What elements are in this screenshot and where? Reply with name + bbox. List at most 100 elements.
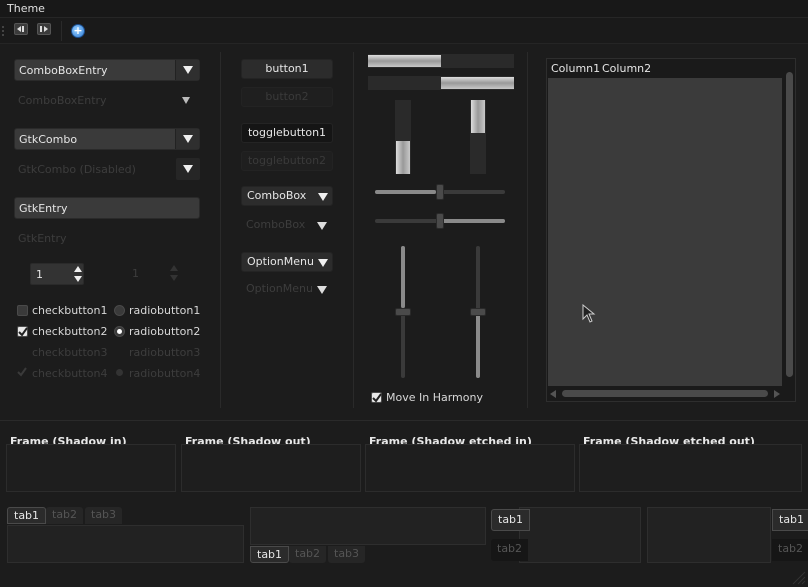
optionmenu[interactable]: OptionMenu: [241, 252, 333, 272]
gtkcombo-arrow-button[interactable]: [175, 129, 199, 149]
gtkcombo-disabled-arrow-button: [176, 158, 200, 180]
notebook-right-tab1[interactable]: tab1: [772, 509, 808, 531]
go-last-icon[interactable]: [37, 23, 51, 35]
separator: [220, 52, 221, 408]
comboboxentry-text[interactable]: ComboBoxEntry: [19, 64, 108, 77]
chevron-down-icon: [182, 97, 190, 104]
notebook-top-body: [7, 525, 244, 563]
hscale-handle[interactable]: [436, 184, 444, 200]
add-icon[interactable]: +: [71, 24, 85, 38]
gtkentry-text[interactable]: GtkEntry: [19, 202, 67, 215]
notebook-bottom-body: [250, 507, 486, 545]
mouse-pointer-icon: [582, 304, 596, 323]
spin-arrows-icon[interactable]: [74, 266, 82, 282]
tree-view[interactable]: Column1 Column2: [546, 58, 796, 402]
progressbar-vertical-right: [470, 100, 486, 174]
radiobutton2-label[interactable]: radiobutton2: [129, 325, 200, 338]
optionmenu-label[interactable]: OptionMenu: [247, 255, 314, 268]
radiobutton2-circle[interactable]: [114, 326, 125, 337]
checkbutton2-label[interactable]: checkbutton2: [32, 325, 108, 338]
chevron-down-icon: [318, 193, 328, 201]
combobox-label[interactable]: ComboBox: [247, 189, 306, 202]
spinbutton[interactable]: 1: [30, 263, 84, 285]
radiobutton3-label: radiobutton3: [129, 346, 201, 359]
togglebutton2: togglebutton2: [241, 151, 333, 171]
optionmenu-disabled-label: OptionMenu: [246, 282, 313, 295]
progressbar-fill: [441, 77, 514, 89]
checkbutton1-box[interactable]: [17, 305, 28, 316]
column-header-2[interactable]: Column2: [602, 62, 651, 75]
check-icon: [372, 393, 382, 403]
column-header-1[interactable]: Column1: [551, 62, 600, 75]
vscale-fill: [401, 246, 405, 308]
spinbutton-value[interactable]: 1: [36, 268, 43, 281]
menu-theme[interactable]: Theme: [7, 2, 45, 15]
progressbar-horizontal-top: [368, 54, 514, 68]
scroll-right-icon[interactable]: [772, 390, 780, 398]
hscale-handle[interactable]: [436, 213, 444, 229]
radiobutton1-label[interactable]: radiobutton1: [129, 304, 200, 317]
check-icon: [17, 367, 27, 377]
hscale-bottom[interactable]: [375, 213, 505, 229]
separator: [0, 420, 808, 421]
gtkcombo-text[interactable]: GtkCombo: [19, 133, 77, 146]
radiobutton4-label: radiobutton4: [129, 367, 201, 380]
combobox[interactable]: ComboBox: [241, 186, 333, 206]
notebook-left-tab2[interactable]: tab2: [491, 539, 529, 561]
gtkcombo-disabled: GtkCombo (Disabled): [14, 158, 200, 180]
hscale-fill: [436, 219, 505, 223]
notebook-bottom-tab3[interactable]: tab3: [328, 546, 366, 563]
notebook-top-tab1[interactable]: tab1: [7, 507, 47, 524]
vscale-handle[interactable]: [395, 308, 411, 316]
checkbutton4-label: checkbutton4: [32, 367, 108, 380]
progressbar-horizontal-bottom: [368, 76, 514, 90]
frame-shadow-etched-out: [579, 444, 802, 492]
checkbutton1-label[interactable]: checkbutton1: [32, 304, 108, 317]
move-in-harmony-checkbox[interactable]: [371, 392, 382, 403]
notebook-right-tab2[interactable]: tab2: [772, 539, 808, 561]
toolbar-grip[interactable]: [2, 26, 6, 36]
comboboxentry-disabled: ComboBoxEntry: [14, 89, 200, 111]
go-first-icon[interactable]: [14, 23, 28, 35]
notebook-top-tab3[interactable]: tab3: [85, 507, 123, 524]
move-in-harmony-label[interactable]: Move In Harmony: [386, 391, 483, 404]
vertical-scrollbar-thumb[interactable]: [786, 72, 793, 377]
vertical-scrollbar[interactable]: [784, 60, 795, 386]
checkbutton2-box[interactable]: [17, 326, 28, 337]
tree-view-body[interactable]: [548, 78, 782, 386]
radiobutton1-circle[interactable]: [114, 305, 125, 316]
chevron-down-icon: [183, 135, 193, 143]
vscale-left[interactable]: [395, 246, 411, 378]
resize-grip-icon[interactable]: [790, 569, 806, 585]
chevron-down-icon: [318, 259, 328, 267]
notebook-bottom-tab2[interactable]: tab2: [289, 546, 327, 563]
hscale-top[interactable]: [375, 184, 505, 200]
notebook-left-tab1[interactable]: tab1: [491, 509, 531, 531]
button2: button2: [241, 87, 333, 107]
notebook-top-tab2[interactable]: tab2: [46, 507, 84, 524]
frame-shadow-etched-in: [365, 444, 575, 492]
combobox-disabled-label: ComboBox: [246, 218, 306, 231]
vscale-right[interactable]: [470, 246, 486, 378]
scroll-left-icon[interactable]: [550, 390, 558, 398]
toolbar-separator: [61, 21, 62, 41]
comboboxentry-arrow-button[interactable]: [175, 60, 199, 80]
gtkentry[interactable]: GtkEntry: [14, 197, 200, 219]
gtkcombo-disabled-text: GtkCombo (Disabled): [18, 163, 136, 176]
notebook-left-body: [519, 507, 641, 563]
check-icon: [18, 327, 28, 337]
vscale-handle[interactable]: [470, 308, 486, 316]
comboboxentry[interactable]: ComboBoxEntry: [14, 59, 200, 81]
progressbar-fill: [368, 55, 441, 67]
frame-shadow-in: [6, 444, 176, 492]
radio-dot-icon: [116, 369, 123, 376]
button1[interactable]: button1: [241, 59, 333, 79]
checkbutton3-label: checkbutton3: [32, 346, 108, 359]
progressbar-fill: [471, 100, 485, 134]
spin-arrows-icon: [170, 265, 178, 281]
horizontal-scrollbar-thumb[interactable]: [562, 390, 768, 397]
notebook-bottom-tab1[interactable]: tab1: [250, 546, 290, 563]
horizontal-scrollbar[interactable]: [548, 388, 782, 400]
gtkcombo[interactable]: GtkCombo: [14, 128, 200, 150]
togglebutton1[interactable]: togglebutton1: [241, 123, 333, 143]
